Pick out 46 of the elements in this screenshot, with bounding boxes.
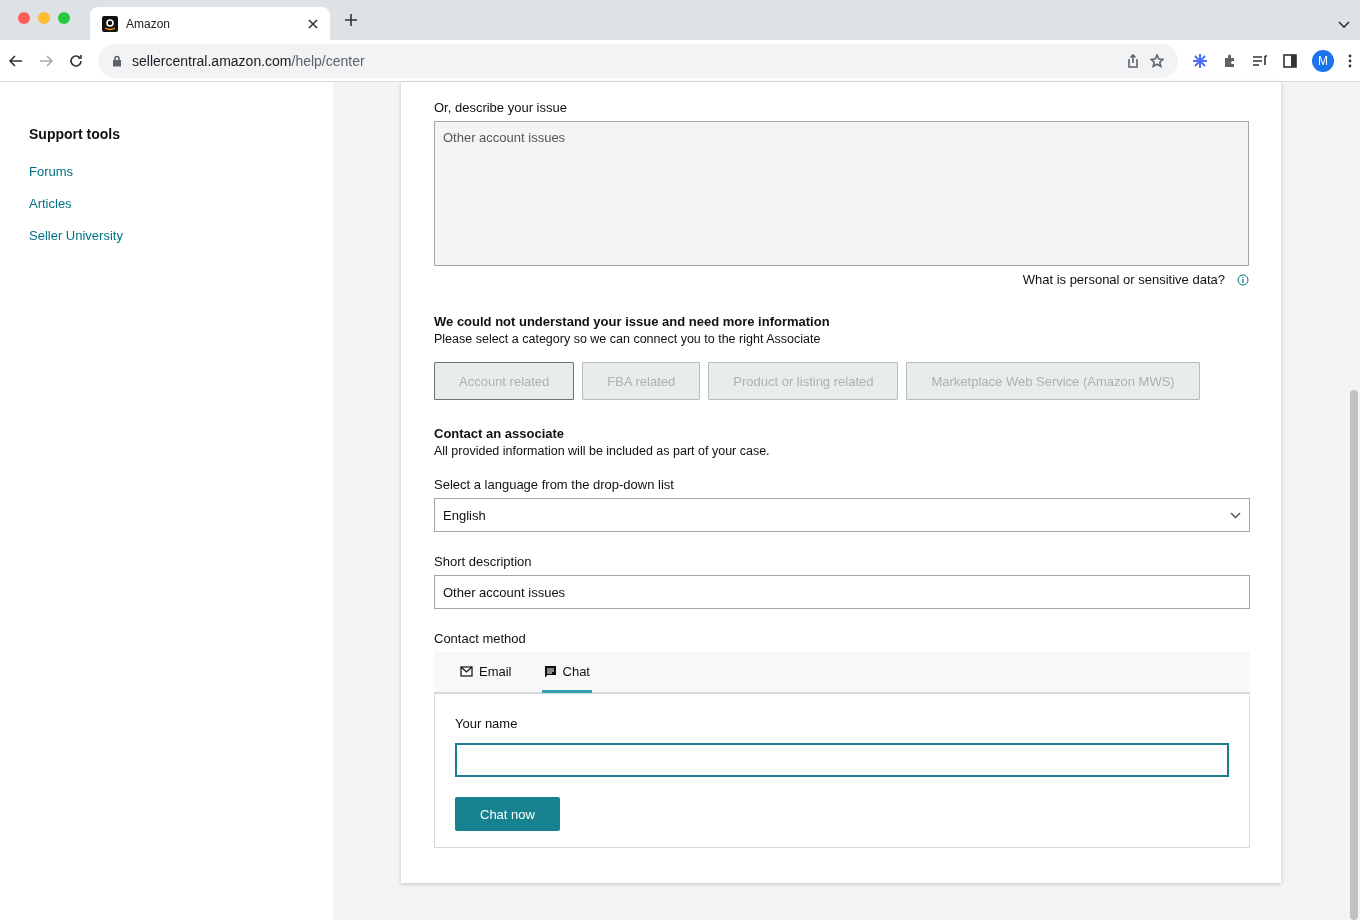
address-bar[interactable]: sellercentral.amazon.com/help/center <box>98 43 1178 78</box>
envelope-icon <box>460 665 473 677</box>
info-icon[interactable] <box>1237 273 1249 286</box>
profile-avatar[interactable]: M <box>1312 49 1334 72</box>
field-label: Or, describe your issue <box>434 100 568 115</box>
scrollbar-thumb[interactable] <box>1350 390 1358 920</box>
share-icon[interactable] <box>1126 53 1140 68</box>
media-queue-icon[interactable] <box>1252 52 1268 69</box>
name-input[interactable] <box>455 743 1229 777</box>
reload-icon[interactable] <box>68 52 84 69</box>
maximize-window-dot[interactable] <box>58 12 70 24</box>
back-arrow-icon[interactable] <box>8 52 24 69</box>
sidebar-link[interactable]: Seller University <box>29 228 304 243</box>
close-icon[interactable] <box>308 18 318 29</box>
sidebar-title: Support tools <box>29 126 121 142</box>
tab-title: Amazon <box>126 16 172 31</box>
chat-bubble-icon <box>543 664 557 678</box>
section-subtitle: All provided information will be included as part of your case. <box>434 444 771 458</box>
chevron-down-icon <box>1230 511 1241 519</box>
sidebar-link[interactable]: Forums <box>29 164 304 179</box>
sidebar-link[interactable]: Articles <box>29 196 304 211</box>
url-text: sellercentral.amazon.com/help/center <box>132 52 366 69</box>
contact-method-tab[interactable]: Chat <box>541 652 592 693</box>
chevron-down-icon[interactable] <box>1338 21 1350 29</box>
section-title: We could not understand your issue and need more information <box>434 314 831 329</box>
browser-tab[interactable]: Amazon <box>90 7 330 40</box>
chat-now-button[interactable]: Chat now <box>455 797 560 831</box>
field-label: Short description <box>434 554 533 569</box>
lock-icon <box>112 54 122 67</box>
more-vertical-icon[interactable] <box>1348 53 1352 68</box>
plus-icon[interactable] <box>344 13 358 27</box>
help-text: What is personal or sensitive data? <box>1022 272 1225 287</box>
favicon-icon <box>102 15 118 32</box>
section-title: Contact an associate <box>434 426 566 441</box>
field-label: Select a language from the drop-down list <box>434 477 675 492</box>
side-panel-icon[interactable] <box>1282 52 1298 69</box>
field-label: Your name <box>455 716 519 731</box>
short-description-input[interactable]: Other account issues <box>434 575 1250 609</box>
field-label: Contact method <box>434 631 527 646</box>
language-select[interactable]: English <box>434 498 1250 532</box>
contact-method-tab[interactable]: Email <box>458 652 514 693</box>
minimize-window-dot[interactable] <box>38 12 50 24</box>
section-subtitle: Please select a category so we can connect you to the right Associate <box>434 332 822 346</box>
close-window-dot[interactable] <box>18 12 30 24</box>
star-icon[interactable] <box>1150 53 1164 68</box>
sparkle-icon[interactable] <box>1192 52 1208 69</box>
